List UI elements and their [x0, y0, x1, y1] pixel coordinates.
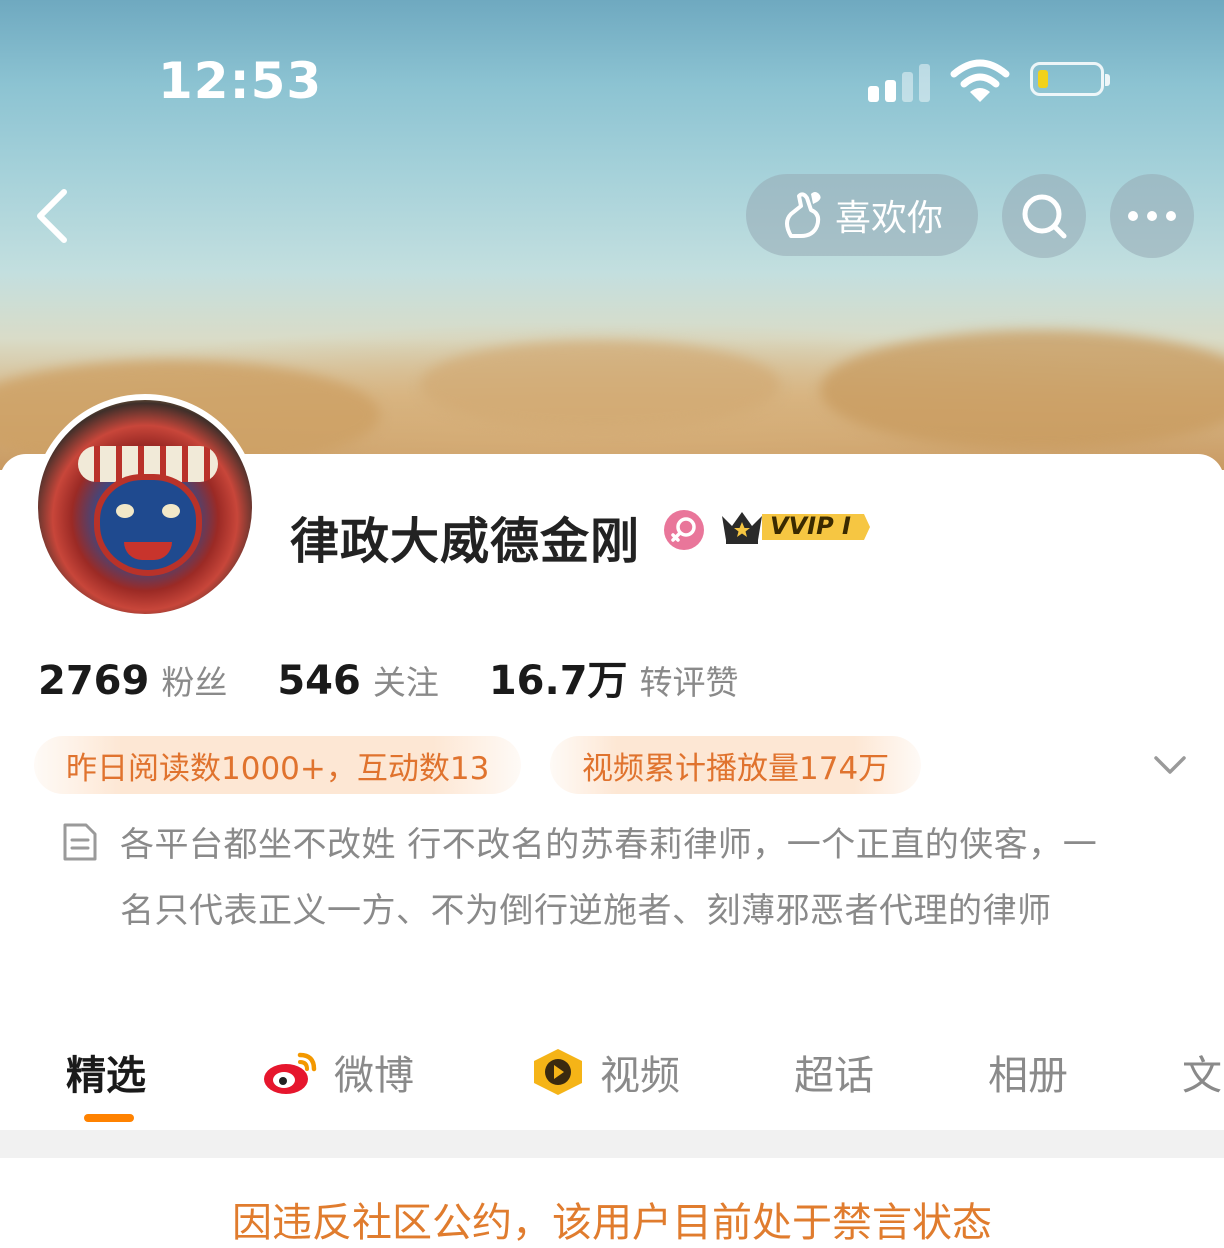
finger-heart-icon: [784, 192, 821, 238]
more-dots-icon: [1128, 211, 1176, 221]
video-icon: [534, 1049, 582, 1095]
engagement-stat[interactable]: 16.7万 转评赞: [489, 648, 739, 706]
following-label: 关注: [372, 663, 439, 702]
chevron-left-icon: [37, 189, 67, 243]
profile-bio: 各平台都坐不改姓 行不改名的苏春莉律师，一个正直的侠客，一名只代表正义一方、不为…: [120, 825, 1098, 931]
female-gender-icon: [664, 510, 704, 550]
tab-article[interactable]: 文: [1182, 1040, 1222, 1104]
profile-tabs: 精选 微博 视频 超话 相册 文: [0, 1040, 1224, 1112]
chevron-down-icon[interactable]: [1150, 746, 1190, 782]
tab-album-label: 相册: [988, 1053, 1068, 1099]
back-button[interactable]: [30, 186, 80, 246]
tab-weibo-label: 微博: [334, 1053, 414, 1099]
video-plays-pill[interactable]: 视频累计播放量174万: [550, 736, 922, 794]
tab-video-label: 视频: [600, 1053, 680, 1099]
like-you-label: 喜欢你: [834, 198, 943, 239]
active-tab-indicator: [84, 1114, 134, 1122]
engagement-label: 转评赞: [639, 663, 739, 702]
tab-weibo[interactable]: 微博: [262, 1040, 414, 1104]
profile-username: 律政大威德金刚: [290, 513, 641, 570]
followers-label: 粉丝: [161, 663, 228, 702]
vvip-label: VVIP I: [770, 512, 851, 540]
vvip-badge[interactable]: VVIP I: [720, 506, 870, 548]
section-divider: [0, 1130, 1224, 1158]
followers-count: 2769: [38, 658, 150, 704]
weibo-icon: [264, 1052, 317, 1094]
more-options-button[interactable]: [1110, 174, 1194, 258]
bio-document-icon: [63, 823, 97, 861]
tab-super-topic-label: 超话: [794, 1053, 874, 1099]
reading-stats-pill[interactable]: 昨日阅读数1000+，互动数13: [34, 736, 522, 794]
tab-album[interactable]: 相册: [988, 1040, 1068, 1104]
tab-video[interactable]: 视频: [530, 1040, 680, 1104]
tab-super-topic[interactable]: 超话: [794, 1040, 874, 1104]
followers-stat[interactable]: 2769 粉丝: [38, 656, 227, 704]
battery-icon: [1030, 62, 1110, 96]
avatar[interactable]: [32, 394, 258, 620]
cellular-signal-icon: [868, 62, 932, 102]
wifi-icon: [950, 59, 1010, 102]
following-count: 546: [277, 658, 361, 704]
tab-featured-label: 精选: [66, 1053, 146, 1099]
following-stat[interactable]: 546 关注: [277, 656, 439, 704]
like-you-button[interactable]: 喜欢你: [746, 174, 978, 256]
search-icon: [1022, 194, 1067, 239]
search-button[interactable]: [1002, 174, 1086, 258]
profile-stats: 2769 粉丝 546 关注 16.7万 转评赞: [38, 648, 789, 706]
tab-featured[interactable]: 精选: [66, 1040, 146, 1104]
engagement-count: 16.7万: [488, 658, 628, 704]
status-time: 12:53: [158, 52, 323, 110]
tab-article-label: 文: [1182, 1053, 1222, 1099]
muted-notice: 因违反社区公约，该用户目前处于禁言状态: [232, 1200, 992, 1246]
